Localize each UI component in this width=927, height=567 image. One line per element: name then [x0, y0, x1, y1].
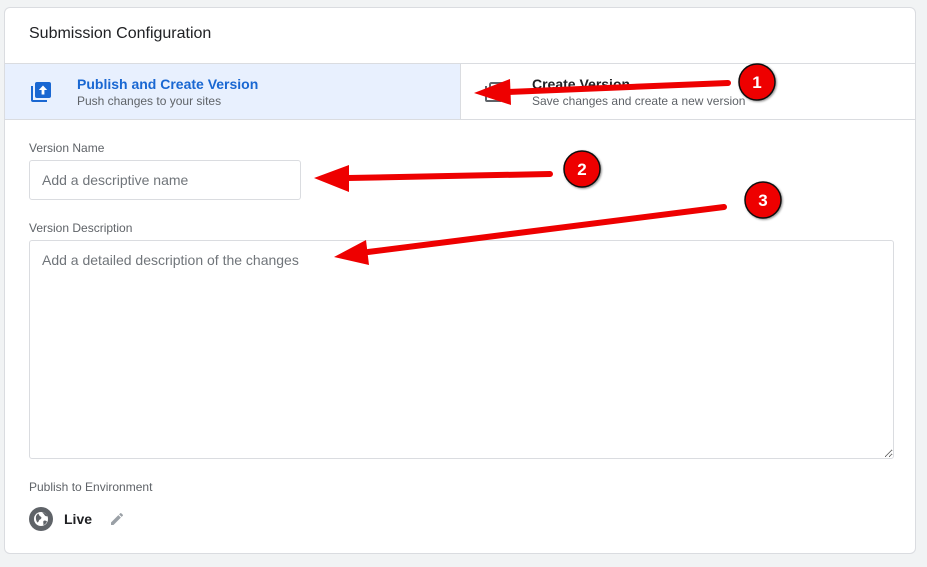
environment-row: Live: [29, 507, 125, 531]
globe-icon: [29, 507, 53, 531]
submission-type-selector: Publish and Create Version Push changes …: [5, 63, 915, 120]
publish-environment-label: Publish to Environment: [29, 480, 153, 494]
option-label: Publish and Create Version: [77, 76, 259, 92]
option-publish-and-create-version[interactable]: Publish and Create Version Push changes …: [5, 64, 461, 119]
publish-icon: [31, 82, 51, 102]
option-create-version[interactable]: Create Version Save changes and create a…: [461, 64, 915, 119]
option-description: Save changes and create a new version: [532, 94, 746, 108]
version-description-textarea[interactable]: [29, 240, 894, 459]
create-version-icon: [485, 82, 505, 102]
option-label: Create Version: [532, 76, 631, 92]
card-title: Submission Configuration: [29, 25, 212, 42]
version-name-input[interactable]: [29, 160, 301, 200]
pencil-icon[interactable]: [109, 511, 125, 527]
option-description: Push changes to your sites: [77, 94, 222, 108]
environment-name: Live: [64, 511, 93, 527]
version-name-label: Version Name: [29, 141, 105, 155]
submission-configuration-card: Submission Configuration Publish and Cre…: [4, 7, 916, 554]
version-description-label: Version Description: [29, 221, 133, 235]
